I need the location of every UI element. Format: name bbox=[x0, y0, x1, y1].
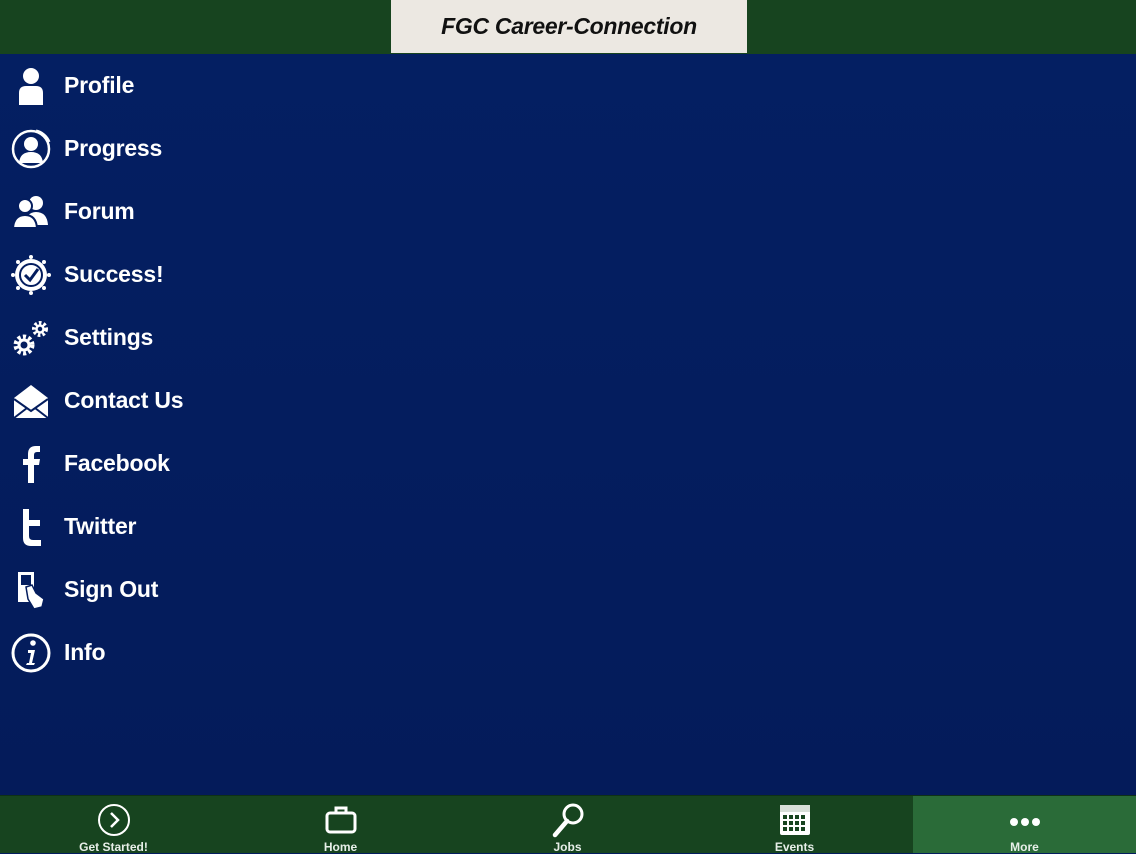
tab-get-started[interactable]: Get Started! bbox=[0, 796, 227, 854]
calendar-icon bbox=[776, 802, 814, 838]
menu-item-info[interactable]: Info bbox=[0, 621, 300, 684]
info-icon bbox=[8, 630, 54, 676]
sign-out-icon bbox=[8, 567, 54, 613]
menu-item-label: Forum bbox=[64, 198, 135, 224]
menu-item-settings[interactable]: Settings bbox=[0, 306, 300, 369]
facebook-icon bbox=[8, 441, 54, 487]
menu-item-facebook[interactable]: Facebook bbox=[0, 432, 300, 495]
menu-item-progress[interactable]: Progress bbox=[0, 117, 300, 180]
more-dots-icon bbox=[1006, 802, 1044, 838]
menu-item-label: Facebook bbox=[64, 450, 170, 476]
twitter-icon bbox=[8, 504, 54, 550]
menu-item-sign-out[interactable]: Sign Out bbox=[0, 558, 300, 621]
tab-more[interactable]: More bbox=[913, 796, 1136, 854]
forum-icon bbox=[8, 189, 54, 235]
menu-item-label: Profile bbox=[64, 72, 135, 98]
menu-item-label: Twitter bbox=[64, 513, 137, 539]
menu-item-label: Sign Out bbox=[64, 576, 159, 602]
menu-item-label: Progress bbox=[64, 135, 163, 161]
top-bar: FGC Career-Connection bbox=[0, 0, 1136, 54]
app-title: FGC Career-Connection bbox=[441, 13, 697, 39]
menu-item-success[interactable]: Success! bbox=[0, 243, 300, 306]
envelope-icon bbox=[8, 378, 54, 424]
menu-item-contact-us[interactable]: Contact Us bbox=[0, 369, 300, 432]
chevron-circle-icon bbox=[95, 802, 133, 838]
more-menu: Profile Progress Forum Success! Settings… bbox=[0, 54, 1136, 795]
magnifier-icon bbox=[549, 802, 587, 838]
app-title-box: FGC Career-Connection bbox=[391, 0, 747, 53]
success-badge-icon bbox=[8, 252, 54, 298]
person-icon bbox=[8, 63, 54, 109]
menu-item-label: Settings bbox=[64, 324, 154, 350]
menu-item-label: Info bbox=[64, 639, 106, 665]
bottom-tab-bar: Get Started! Home Jobs Events More bbox=[0, 795, 1136, 854]
menu-item-forum[interactable]: Forum bbox=[0, 180, 300, 243]
gears-icon bbox=[8, 315, 54, 361]
progress-icon bbox=[8, 126, 54, 172]
tab-home[interactable]: Home bbox=[227, 796, 454, 854]
tab-events[interactable]: Events bbox=[681, 796, 908, 854]
menu-item-twitter[interactable]: Twitter bbox=[0, 495, 300, 558]
menu-item-label: Success! bbox=[64, 261, 164, 287]
tab-jobs[interactable]: Jobs bbox=[454, 796, 681, 854]
menu-item-label: Contact Us bbox=[64, 387, 184, 413]
briefcase-icon bbox=[322, 802, 360, 838]
menu-item-profile[interactable]: Profile bbox=[0, 54, 300, 117]
